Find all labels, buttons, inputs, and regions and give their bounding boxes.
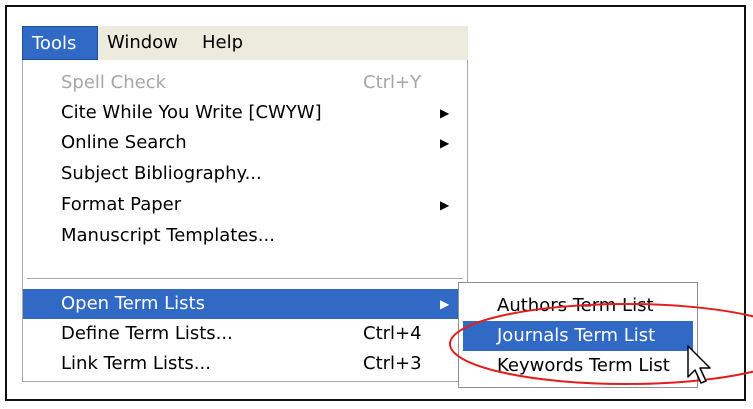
menu-item-label: Link Term Lists... [61,353,211,374]
submenu-item-label: Authors Term List [497,295,654,316]
menu-help[interactable]: Help [202,26,243,60]
menu-item-open-term-lists[interactable]: Open Term Lists ▶ [23,289,467,319]
submenu-item-label: Journals Term List [497,325,656,346]
menu-item-online-search[interactable]: Online Search ▶ [23,128,467,158]
menu-item-label: Format Paper [61,194,182,215]
menu-item-label: Online Search [61,132,187,153]
submenu-arrow-icon: ▶ [440,297,450,311]
menu-separator [27,278,463,280]
submenu-item-authors-term-list[interactable]: Authors Term List [463,291,693,321]
menu-item-label: Cite While You Write [CWYW] [61,102,322,123]
menu-item-shortcut: Ctrl+4 [363,323,422,344]
submenu-item-journals-term-list[interactable]: Journals Term List [463,321,693,351]
menu-tools[interactable]: Tools [22,26,98,60]
screenshot-stage: Tools Window Help Spell Check Ctrl+Y Cit… [0,0,753,409]
menu-item-shortcut: Ctrl+3 [363,353,422,374]
menu-item-label: Subject Bibliography... [61,163,262,184]
menu-bar: Tools Window Help [22,26,468,61]
menu-item-define-term-lists[interactable]: Define Term Lists... Ctrl+4 [23,319,467,349]
menu-item-spell-check[interactable]: Spell Check Ctrl+Y [23,68,467,98]
term-lists-submenu: Authors Term List Journals Term List Key… [458,282,698,388]
menu-item-shortcut: Ctrl+Y [363,72,422,93]
menu-item-label: Define Term Lists... [61,323,233,344]
submenu-arrow-icon: ▶ [440,136,450,150]
menu-item-label: Spell Check [61,72,167,93]
menu-item-subject-bibliography[interactable]: Subject Bibliography... [23,159,467,189]
submenu-arrow-icon: ▶ [440,198,450,212]
menu-item-link-term-lists[interactable]: Link Term Lists... Ctrl+3 [23,349,467,379]
menu-item-format-paper[interactable]: Format Paper ▶ [23,190,467,220]
menu-window[interactable]: Window [107,26,178,60]
submenu-arrow-icon: ▶ [440,106,450,120]
menu-item-cite-while-you-write[interactable]: Cite While You Write [CWYW] ▶ [23,98,467,128]
submenu-item-keywords-term-list[interactable]: Keywords Term List [463,351,693,381]
menu-item-label: Open Term Lists [61,293,205,314]
menu-item-label: Manuscript Templates... [61,225,275,246]
menu-item-manuscript-templates[interactable]: Manuscript Templates... [23,221,467,251]
tools-dropdown: Spell Check Ctrl+Y Cite While You Write … [22,60,468,382]
submenu-item-label: Keywords Term List [497,355,670,376]
